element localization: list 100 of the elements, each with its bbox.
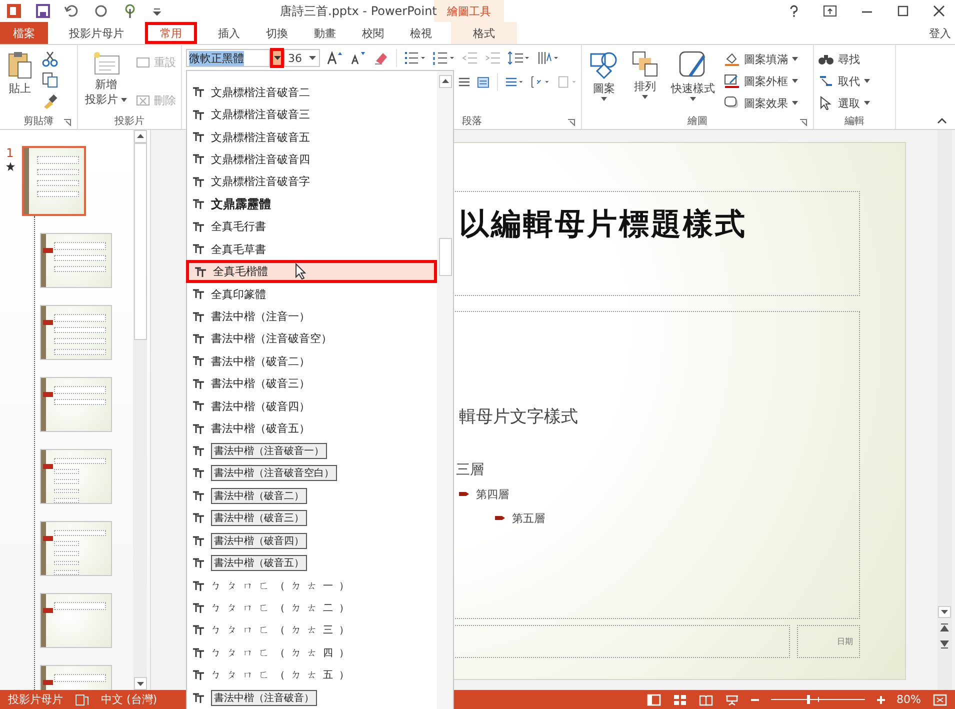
scissors-icon[interactable] [42,51,58,67]
caret-icon [601,97,607,101]
notes-icon[interactable] [75,694,89,706]
dialog-launcher-icon[interactable] [64,119,71,126]
paste-button[interactable]: 貼上 [4,48,36,113]
dialog-launcher-icon[interactable] [800,119,807,126]
slideshow-icon[interactable] [724,694,739,706]
font-menu-item[interactable]: 書法中楷（注音破音空） [187,328,437,350]
ribbon-tab[interactable]: 格式 [451,22,517,44]
collapse-ribbon-icon[interactable] [937,118,947,124]
font-menu-item[interactable]: 全真毛楷體 [186,260,437,283]
scrollbar-thumb[interactable] [134,143,146,340]
replace-button[interactable]: 取代 [818,71,870,91]
slide-thumbnail[interactable] [40,593,112,648]
line-spacing-icon[interactable] [508,51,530,65]
ribbon-tab[interactable]: 插入 [205,22,253,44]
next-slide-icon[interactable] [938,638,951,650]
shapes-button[interactable]: 圖案 [586,48,622,113]
scrollbar-thumb[interactable] [438,238,452,276]
font-name-field[interactable]: 微軟正黑體 [186,49,270,67]
font-menu-item[interactable]: 書法中楷（破音四） [187,530,437,552]
slide-thumbnail[interactable] [40,377,112,432]
ribbon-tab[interactable]: 檢視 [397,22,445,44]
ribbon-tab[interactable]: 投影片母片 [56,22,137,44]
reading-view-icon[interactable] [698,694,713,706]
help-icon[interactable] [789,5,799,17]
dialog-launcher-icon[interactable] [568,119,575,126]
font-menu-item[interactable]: 文鼎標楷注音破音三 [187,103,437,126]
fit-slide-icon[interactable] [933,694,947,706]
select-button[interactable]: 選取 [818,93,870,113]
ribbon-tab[interactable]: 檔案 [0,22,48,44]
ribbon-tab[interactable]: 切換 [253,22,301,44]
slide-thumbnail[interactable] [22,146,86,216]
slide-thumbnail[interactable] [40,233,112,288]
font-menu-item[interactable]: 書法中楷（破音二） [187,484,437,508]
font-menu-item[interactable]: ㄅㄆㄇㄈ（ㄉㄊ三） [187,619,437,642]
font-menu-item[interactable]: 文鼎標楷注音破音二 [187,81,437,104]
format-painter-icon[interactable] [42,93,58,109]
customize-icon[interactable] [152,6,162,16]
eraser-icon[interactable] [373,51,389,65]
sign-in-link[interactable]: 登入 [929,26,955,40]
font-menu-item[interactable]: 全真毛行書 [187,216,437,238]
slide-thumbnail[interactable] [40,305,112,360]
font-menu-item[interactable]: 書法中楷（破音三） [187,372,437,395]
normal-view-icon[interactable] [646,694,661,706]
font-menu-item[interactable]: 書法中楷（破音四） [187,394,437,418]
shape-effects-button[interactable]: 圖案效果 [724,93,798,113]
numbering-icon[interactable] [433,51,455,65]
distributed-icon[interactable] [477,75,490,89]
columns-icon[interactable] [504,75,524,89]
font-menu-item[interactable]: 文鼎標楷注音破音五 [187,126,437,148]
save-icon[interactable] [36,4,50,18]
font-menu-item[interactable]: 全真印篆體 [187,282,437,306]
font-menu-item[interactable]: 書法中楷（注音破音一） [187,440,437,462]
ribbon-tab[interactable]: 常用 [145,22,197,44]
shape-outline-button[interactable]: 圖案外框 [724,71,798,91]
close-icon[interactable] [933,5,945,17]
grow-font-icon[interactable] [327,51,343,65]
ribbon-tab[interactable]: 校閱 [349,22,397,44]
zoom-slider-thumb[interactable] [807,695,810,704]
font-menu-item[interactable]: 文鼎標楷注音破音字 [187,170,437,194]
ribbon-options-icon[interactable] [823,5,837,17]
font-menu-item[interactable]: ㄅㄆㄇㄈ（ㄉㄊ五） [187,664,437,686]
justify-icon[interactable] [458,75,470,89]
font-menu-item[interactable]: 書法中楷（破音三） [187,507,437,530]
bullets-icon[interactable] [404,51,426,65]
font-menu-item[interactable]: 全真毛草書 [187,238,437,260]
font-menu-item[interactable]: ㄅㄆㄇㄈ（ㄉㄊ一） [187,574,437,597]
new-slide-button[interactable]: 新增 投影片 [82,48,130,113]
font-menu-item[interactable]: 書法中楷（破音二） [187,350,437,373]
slide-thumbnail[interactable] [40,449,112,504]
find-button[interactable]: 尋找 [818,49,870,69]
sorter-view-icon[interactable] [672,694,687,706]
caret-icon[interactable] [309,56,316,60]
quick-styles-button[interactable]: 快速樣式 [668,48,718,113]
font-menu-item[interactable]: 書法中楷（注音一） [187,305,437,328]
slide-thumbnail[interactable] [40,521,112,576]
align-text-icon[interactable] [531,75,551,89]
zoom-level[interactable]: 80% [896,693,921,706]
zoom-in-icon[interactable] [876,696,885,704]
shrink-font-icon[interactable] [350,51,366,65]
font-menu-item[interactable]: 書法中楷（注音破音） [187,686,437,709]
shape-fill-button[interactable]: 圖案填滿 [724,49,798,69]
font-menu-item[interactable]: 書法中楷（破音五） [187,552,437,574]
copy-icon[interactable] [42,72,58,88]
previous-slide-icon[interactable] [938,622,951,634]
language-label[interactable]: 中文 (台灣) [101,692,158,707]
font-menu-item[interactable]: 文鼎標楷注音破音四 [187,148,437,171]
undo-icon[interactable] [64,4,80,18]
font-dropdown-button[interactable] [270,48,284,68]
text-direction-icon[interactable] [537,51,559,65]
font-menu-item[interactable]: 文鼎霹靂體 [187,193,437,216]
maximize-icon[interactable] [897,5,909,17]
font-menu-item[interactable]: ㄅㄆㄇㄈ（ㄉㄊ四） [187,642,437,664]
ribbon-tab[interactable]: 動畫 [301,22,349,44]
font-menu-item[interactable]: 書法中楷（注音破音空白） [187,462,437,485]
font-size-field[interactable]: 36 [284,49,320,67]
font-menu-item[interactable]: 書法中楷（破音五） [187,417,437,440]
arrange-button[interactable]: 排列 [628,48,662,113]
font-menu-item[interactable]: ㄅㄆㄇㄈ（ㄉㄊ二） [187,596,437,620]
